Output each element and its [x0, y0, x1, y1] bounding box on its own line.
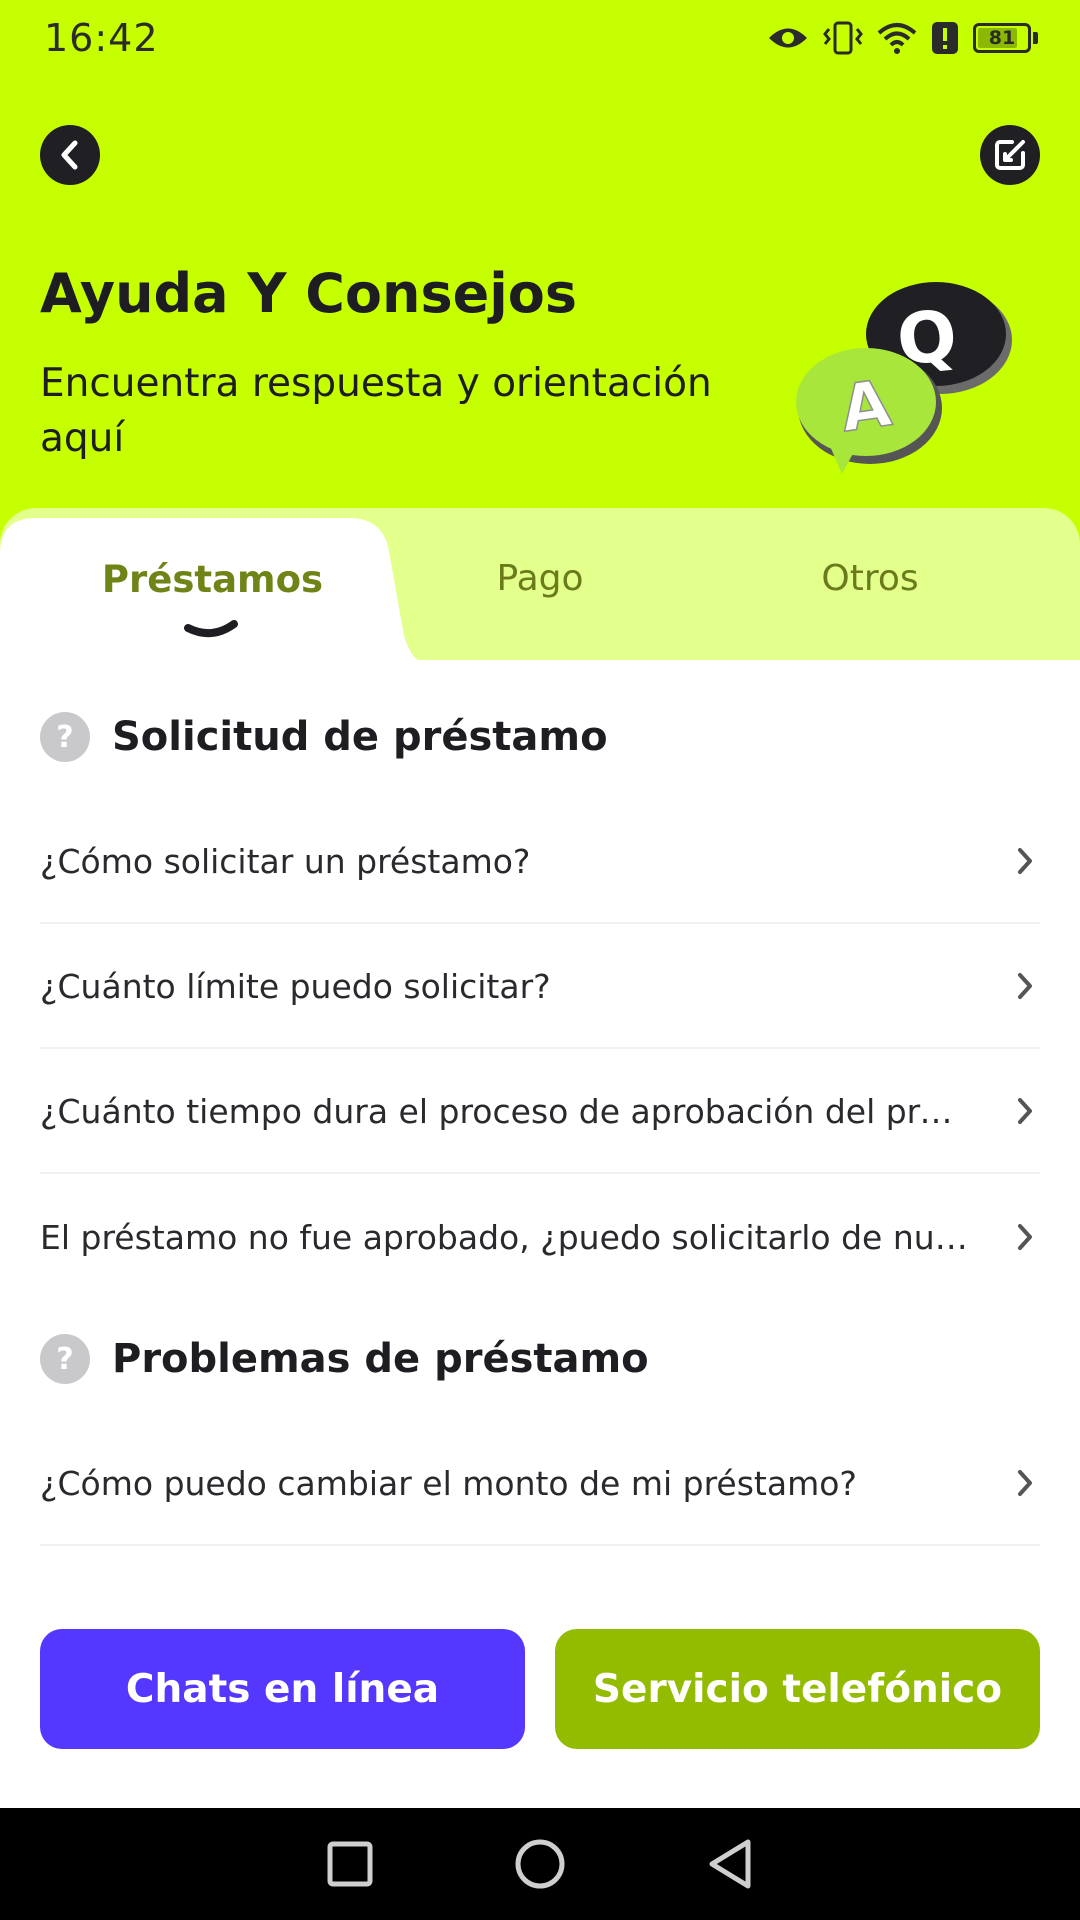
- home-icon[interactable]: [514, 1838, 566, 1890]
- faq-question: ¿Cómo puedo cambiar el monto de mi prést…: [40, 1463, 857, 1503]
- phone-service-button[interactable]: Servicio telefónico: [555, 1629, 1040, 1749]
- help-icon: ?: [40, 1334, 90, 1384]
- tab-otros[interactable]: Otros: [770, 558, 970, 599]
- help-icon: ?: [40, 712, 90, 762]
- faq-item[interactable]: ¿Cuánto límite puedo solicitar?: [40, 925, 1040, 1049]
- tab-active-indicator: [184, 620, 238, 638]
- edit-icon: [995, 140, 1025, 170]
- chevron-right-icon: [1010, 846, 1040, 876]
- chevron-right-icon: [1010, 1222, 1040, 1252]
- eye-icon: [769, 28, 807, 48]
- tab-prestamos[interactable]: Préstamos: [90, 558, 335, 601]
- edit-button[interactable]: [980, 125, 1040, 185]
- faq-item[interactable]: ¿Cómo puedo cambiar el monto de mi prést…: [40, 1422, 1040, 1546]
- status-icons: 81: [767, 21, 1038, 55]
- vibrate-icon: [823, 21, 863, 55]
- faq-question: El préstamo no fue aprobado, ¿puedo soli…: [40, 1217, 970, 1257]
- status-bar: 16:42 81: [0, 0, 1080, 76]
- faq-question: ¿Cuánto límite puedo solicitar?: [40, 966, 551, 1006]
- recents-icon[interactable]: [326, 1840, 374, 1888]
- system-nav-bar: [0, 1808, 1080, 1920]
- page-title: Ayuda Y Consejos: [40, 262, 577, 325]
- chevron-right-icon: [1010, 1468, 1040, 1498]
- battery-icon: 81: [973, 23, 1038, 53]
- back-button[interactable]: [40, 125, 100, 185]
- battery-level: 81: [988, 27, 1016, 49]
- status-time: 16:42: [44, 16, 159, 60]
- wifi-icon: [877, 23, 917, 54]
- section-header: ? Solicitud de préstamo: [40, 712, 608, 762]
- qa-illustration: Q A: [796, 282, 1012, 474]
- section-title: Problemas de préstamo: [112, 1336, 649, 1382]
- faq-question: ¿Cuánto tiempo dura el proceso de aproba…: [40, 1091, 970, 1131]
- faq-item[interactable]: El préstamo no fue aprobado, ¿puedo soli…: [40, 1175, 1040, 1299]
- chevron-right-icon: [1010, 971, 1040, 1001]
- alert-icon: [932, 22, 958, 54]
- faq-item[interactable]: ¿Cuánto tiempo dura el proceso de aproba…: [40, 1050, 1040, 1174]
- section-title: Solicitud de préstamo: [112, 714, 608, 760]
- faq-item[interactable]: ¿Cómo solicitar un préstamo?: [40, 800, 1040, 924]
- faq-question: ¿Cómo solicitar un préstamo?: [40, 841, 531, 881]
- section-header: ? Problemas de préstamo: [40, 1334, 649, 1384]
- page-subtitle: Encuentra respuesta y orientación aquí: [40, 361, 712, 461]
- tab-pago[interactable]: Pago: [440, 558, 640, 599]
- chevron-right-icon: [1010, 1096, 1040, 1126]
- back-nav-icon[interactable]: [706, 1838, 754, 1890]
- online-chat-button[interactable]: Chats en línea: [40, 1629, 525, 1749]
- chevron-left-icon: [61, 140, 78, 170]
